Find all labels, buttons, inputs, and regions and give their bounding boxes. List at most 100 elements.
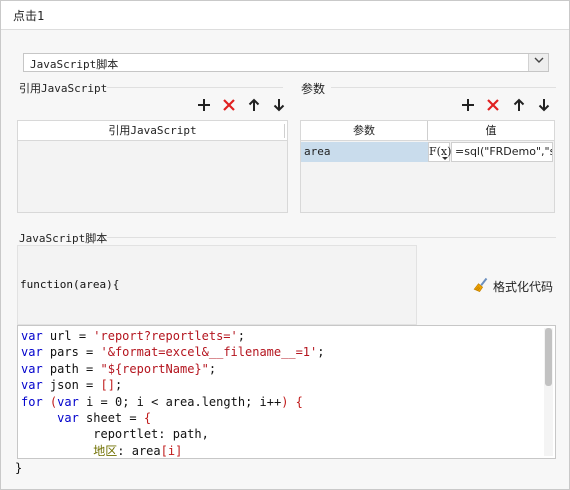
dropdown-button[interactable] [528, 54, 548, 71]
code-token: = [78, 329, 94, 343]
window-title: 点击1 [13, 9, 45, 23]
code-token: [] [100, 378, 115, 393]
arrow-down-icon [538, 98, 550, 115]
params-section-label: 参数 [301, 82, 326, 96]
ref-js-delete-button[interactable] [221, 98, 237, 114]
arrow-up-icon [513, 98, 525, 115]
fx-icon: F(x) [429, 145, 452, 158]
script-code-editor[interactable]: var url = 'report?reportlets='; var pars … [17, 325, 556, 459]
code-token: 地区 [93, 443, 118, 458]
code-line: var pars = '&format=excel&__filename__=1… [21, 344, 324, 360]
format-code-button[interactable]: 格式化代码 [473, 277, 553, 295]
code-token: ) { [281, 394, 303, 409]
x-icon [222, 98, 236, 115]
params-add-button[interactable] [460, 98, 476, 114]
function-signature: function(area){ [20, 278, 120, 291]
code-token: [i] [160, 443, 183, 458]
params-move-down-button[interactable] [536, 98, 552, 114]
code-token: i [78, 394, 101, 409]
code-token: { [143, 410, 152, 425]
code-line: var url = 'report?reportlets='; [21, 328, 324, 344]
code-token: area.length [165, 394, 246, 409]
format-code-label: 格式化代码 [493, 279, 554, 294]
code-token: : [117, 443, 132, 458]
code-line: reportlet: path, [21, 426, 324, 442]
script-type-select[interactable]: JavaScript脚本 [23, 53, 549, 72]
script-section-divider [107, 237, 556, 238]
plus-icon [461, 98, 475, 115]
code-line: var path = "${reportName}"; [21, 361, 324, 377]
code-token: url [42, 329, 79, 343]
fx-dropdown-caret-icon [442, 157, 448, 160]
param-value-field[interactable]: =sql("FRDemo","s [451, 142, 553, 162]
code-token: reportlet [21, 427, 159, 442]
script-type-value: JavaScript脚本 [30, 58, 119, 71]
code-token: = [86, 378, 101, 393]
ref-js-add-button[interactable] [196, 98, 212, 114]
x-icon [486, 98, 500, 115]
column-divider [284, 124, 285, 138]
code-token: ; [245, 394, 260, 409]
arrow-down-icon [273, 98, 285, 115]
code-token: var [21, 361, 43, 376]
code-token: = [100, 394, 115, 409]
code-token: var [21, 345, 43, 360]
ref-js-table: 引用JavaScript [17, 120, 288, 213]
code-token: ; [237, 329, 245, 343]
ref-js-move-up-button[interactable] [246, 98, 262, 114]
code-token: ; [208, 361, 217, 376]
code-token: "${reportName}" [100, 361, 209, 376]
code-token: ; [122, 394, 137, 409]
ref-js-move-down-button[interactable] [271, 98, 287, 114]
code-token: json [42, 378, 87, 393]
code-token: var [21, 329, 43, 343]
param-name-cell[interactable]: area [301, 142, 428, 162]
code-token: path [42, 361, 87, 376]
code-token: var [57, 394, 79, 409]
code-token: < [151, 394, 166, 409]
params-move-up-button[interactable] [511, 98, 527, 114]
code-scrollbar[interactable] [544, 328, 553, 456]
ref-js-section-divider [107, 87, 283, 88]
chevron-down-icon [534, 57, 544, 67]
code-token: = [86, 361, 101, 376]
code-token: = [129, 410, 144, 425]
broom-icon [473, 277, 489, 296]
function-signature-box: function(area){ [17, 245, 417, 325]
code-line: 地区: area[i] [21, 443, 324, 458]
closing-brace: } [15, 461, 23, 475]
params-section-divider [331, 87, 556, 88]
scroll-thumb[interactable] [545, 328, 552, 386]
code-token: ; [114, 378, 123, 393]
script-section-label: JavaScript脚本 [19, 232, 108, 245]
code-token: sheet [78, 410, 130, 425]
params-value-header[interactable]: 值 [427, 121, 554, 141]
code-line: for (var i = 0; i < area.length; i++) { [21, 394, 324, 410]
params-table: 参数 值 area F(x) =sql("FRDemo","s [300, 120, 555, 213]
code-line: var json = []; [21, 377, 324, 393]
code-token: ; [317, 345, 325, 360]
code-token: area [131, 443, 161, 458]
code-token: ++ [266, 394, 282, 409]
code-token: '&format=excel&__filename__=1' [100, 345, 318, 360]
code-token: : [158, 427, 173, 442]
code-line: var sheet = { [21, 410, 324, 426]
dialog-window: 点击1 JavaScript脚本 引用JavaScript 引用JavaScri… [0, 0, 570, 490]
code-token: pars [42, 345, 87, 360]
plus-icon [197, 98, 211, 115]
ref-js-column-header[interactable]: 引用JavaScript [18, 121, 287, 141]
ref-js-section-label: 引用JavaScript [19, 82, 108, 95]
code-token: var [21, 378, 43, 393]
code-token: i [259, 394, 267, 409]
code-token: 'report?reportlets=' [93, 329, 238, 343]
code-token: for [21, 394, 43, 409]
params-delete-button[interactable] [485, 98, 501, 114]
code-lines: var url = 'report?reportlets='; var pars … [21, 328, 324, 458]
code-token: = [86, 345, 101, 360]
params-name-header[interactable]: 参数 [301, 121, 427, 141]
code-token: i [136, 394, 152, 409]
code-token: var [57, 410, 79, 425]
